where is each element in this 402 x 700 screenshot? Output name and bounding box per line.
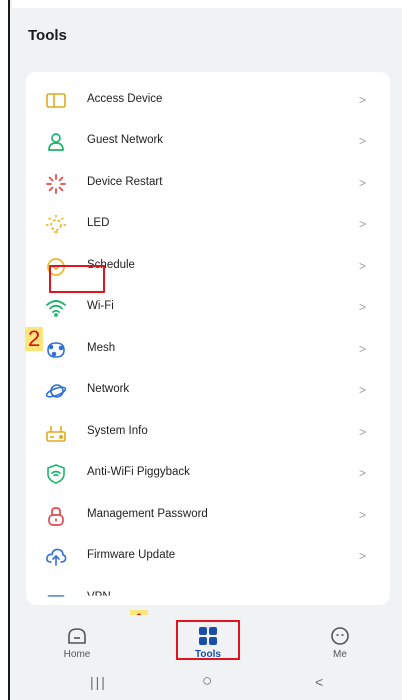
tab-label-me: Me <box>333 649 347 660</box>
bottom-tab-bar: Home Tools Me <box>12 615 402 666</box>
mesh-icon <box>44 338 68 362</box>
system-navigation-bar: ||| ○ < <box>12 666 402 700</box>
tool-label: Network <box>87 383 130 395</box>
chevron-right-icon: > <box>358 383 366 397</box>
access-device-icon <box>44 89 68 113</box>
tool-label: Wi-Fi <box>87 300 114 312</box>
tool-label: Firmware Update <box>87 549 176 561</box>
restart-spinner-icon <box>44 172 68 196</box>
tool-row-guest-network[interactable]: Guest Network > <box>26 122 390 162</box>
tools-highlight-box <box>176 620 240 660</box>
wifi-icon <box>44 296 68 320</box>
tool-row-vpn[interactable]: VPN <box>26 579 390 605</box>
system-info-icon <box>44 421 68 445</box>
chevron-right-icon: > <box>358 342 366 356</box>
tool-row-network[interactable]: Network > <box>26 371 390 411</box>
status-strip <box>12 0 402 8</box>
vpn-icon <box>44 587 68 597</box>
step-marker-2: 2 <box>25 327 44 351</box>
tool-row-management-password[interactable]: Management Password > <box>26 496 390 536</box>
tools-list-card: Access Device > Guest Network > Device R… <box>26 72 390 605</box>
chevron-right-icon: > <box>358 217 366 231</box>
recents-button[interactable]: ||| <box>90 674 107 690</box>
tool-label: Device Restart <box>87 176 163 188</box>
chevron-right-icon: > <box>358 425 366 439</box>
tool-row-led[interactable]: LED > <box>26 205 390 245</box>
back-button[interactable]: < <box>315 674 323 690</box>
tool-label: VPN <box>87 591 111 603</box>
password-lock-icon <box>44 504 68 528</box>
chevron-right-icon: > <box>358 300 366 314</box>
tool-label: Mesh <box>87 342 116 354</box>
page-title: Tools <box>28 27 67 44</box>
home-button[interactable]: ○ <box>202 671 212 691</box>
chevron-right-icon: > <box>358 259 366 273</box>
tool-row-device-restart[interactable]: Device Restart > <box>26 164 390 204</box>
tool-label: Guest Network <box>87 134 164 146</box>
left-edge <box>0 0 10 700</box>
chevron-right-icon: > <box>358 176 366 190</box>
tool-label: LED <box>87 217 110 229</box>
firmware-cloud-upload-icon <box>44 545 68 569</box>
chevron-right-icon: > <box>358 93 366 107</box>
tool-row-system-info[interactable]: System Info > <box>26 413 390 453</box>
chevron-right-icon: > <box>358 508 366 522</box>
tool-label: Access Device <box>87 93 163 105</box>
tool-row-wifi[interactable]: Wi-Fi > <box>26 288 390 328</box>
chevron-right-icon: > <box>358 549 366 563</box>
tool-label: Management Password <box>87 508 208 520</box>
network-globe-icon <box>44 379 68 403</box>
me-face-icon <box>330 626 350 646</box>
tab-label-home: Home <box>63 649 91 660</box>
guest-user-icon <box>44 130 68 154</box>
tool-row-firmware-update[interactable]: Firmware Update > <box>26 537 390 577</box>
led-bulb-icon <box>44 213 68 237</box>
tool-label: Anti-WiFi Piggyback <box>87 466 190 478</box>
tool-row-anti-wifi-piggyback[interactable]: Anti-WiFi Piggyback > <box>26 454 390 494</box>
tab-home[interactable]: Home <box>42 615 112 666</box>
anti-wifi-shield-icon <box>44 462 68 486</box>
chevron-right-icon: > <box>358 466 366 480</box>
chevron-right-icon: > <box>358 134 366 148</box>
tool-row-access-device[interactable]: Access Device > <box>26 81 390 121</box>
tab-me[interactable]: Me <box>305 615 375 666</box>
tool-label: System Info <box>87 425 148 437</box>
tool-row-mesh[interactable]: Mesh > <box>26 330 390 370</box>
mesh-highlight-box <box>49 265 105 293</box>
home-icon <box>67 626 87 646</box>
